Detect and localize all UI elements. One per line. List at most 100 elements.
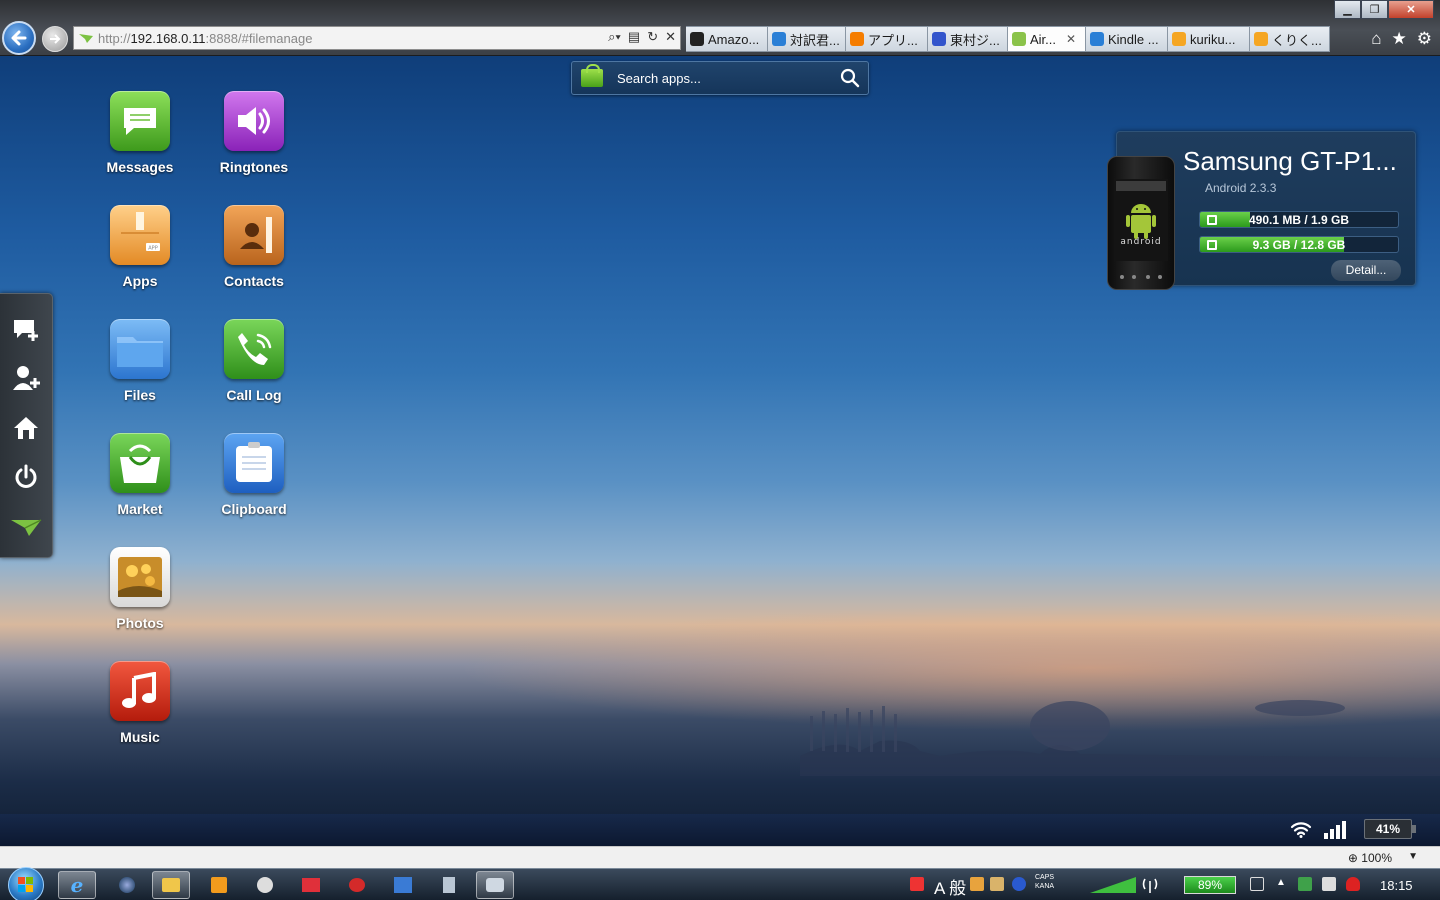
tray-network-icon[interactable] [1298, 877, 1312, 891]
favorites-star-icon[interactable]: ★ [1392, 29, 1407, 49]
android-phone-image: android [1107, 156, 1175, 290]
phone-battery-level: 41% [1364, 819, 1416, 839]
browser-tab[interactable]: Amazo... [686, 26, 768, 52]
app-ringtones[interactable]: Ringtones [204, 91, 304, 175]
settings-gear-icon[interactable]: ⚙ [1417, 29, 1432, 49]
power-icon [15, 464, 37, 488]
stop-icon[interactable]: ✕ [665, 29, 676, 45]
browser-status-bar: ⊕ 100% ▼ [0, 846, 1440, 868]
taskbar-app-1[interactable] [108, 871, 146, 899]
tab-label: Kindle ... [1108, 31, 1159, 47]
app-market[interactable]: Market [90, 433, 190, 517]
browser-tab[interactable]: Kindle ... [1086, 26, 1168, 52]
music-note-icon [110, 661, 170, 721]
zoom-dropdown-icon[interactable]: ▼ [1408, 851, 1418, 862]
close-tab-icon[interactable]: ✕ [1066, 32, 1076, 46]
app-icon [486, 878, 504, 892]
kana-label: KANA [1035, 883, 1055, 890]
app-contacts[interactable]: Contacts [204, 205, 304, 289]
add-contact-button[interactable] [10, 362, 42, 394]
compat-view-icon[interactable]: ▤ [628, 29, 640, 45]
android-version: Android 2.3.3 [1205, 181, 1277, 195]
back-button[interactable] [2, 21, 36, 55]
app-label: Messages [106, 159, 174, 175]
taskbar-app-4[interactable] [246, 871, 284, 899]
app-photos[interactable]: Photos [90, 547, 190, 631]
quick-actions-dock [0, 293, 53, 558]
tray-ime-dict-icon[interactable] [990, 877, 1004, 891]
taskbar-explorer[interactable] [152, 871, 190, 899]
home-icon[interactable]: ⌂ [1371, 29, 1381, 49]
tab-label: くりく... [1272, 32, 1322, 48]
airdroid-logo-button[interactable] [10, 512, 42, 544]
taskbar-app-5[interactable] [292, 871, 330, 899]
pc-battery-indicator[interactable]: 89% [1184, 876, 1236, 894]
new-message-button[interactable] [10, 314, 42, 346]
close-window-button[interactable]: ✕ [1388, 0, 1434, 19]
start-button[interactable] [8, 867, 44, 900]
media-player-icon [211, 877, 227, 893]
market-bag-icon [581, 64, 603, 87]
app-icon [394, 877, 412, 893]
refresh-icon[interactable]: ↻ [647, 29, 658, 45]
ie-page-icon [1090, 32, 1104, 46]
taskbar-clock[interactable]: 18:15 [1380, 878, 1413, 893]
app-messages[interactable]: Messages [90, 91, 190, 175]
tab-label: Amazo... [708, 31, 760, 47]
app-label: Music [120, 729, 160, 745]
show-hidden-icons-icon[interactable]: ▲ [1276, 877, 1286, 888]
taskbar-calculator[interactable] [430, 871, 468, 899]
window-controls: ▁ ❐ ✕ [1334, 0, 1434, 19]
airdroid-favicon-icon [79, 34, 93, 43]
taskbar-media-player[interactable] [200, 871, 238, 899]
clipboard-icon [224, 433, 284, 493]
calculator-icon [443, 877, 455, 893]
power-plug-icon[interactable] [1250, 877, 1264, 891]
home-button[interactable] [10, 412, 42, 444]
phone-handset-icon [224, 319, 284, 379]
blogger-icon [850, 32, 864, 46]
app-clipboard[interactable]: Clipboard [204, 433, 304, 517]
minimize-button[interactable]: ▁ [1334, 0, 1361, 19]
power-button[interactable] [10, 461, 42, 493]
browser-tab[interactable]: 東村ジ... [928, 26, 1008, 52]
detail-button[interactable]: Detail... [1331, 260, 1401, 281]
browser-tab[interactable]: くりく... [1250, 26, 1330, 52]
shield-icon[interactable] [1346, 877, 1360, 891]
app-call-log[interactable]: Call Log [204, 319, 304, 403]
search-dropdown-icon[interactable]: ⌕▾ [608, 29, 621, 45]
search-icon[interactable] [840, 68, 860, 88]
forward-button[interactable] [42, 26, 68, 52]
sd-storage-bar: 9.3 GB / 12.8 GB [1199, 236, 1399, 253]
network-meter-icon [1090, 877, 1136, 893]
search-input[interactable]: Search apps... [617, 71, 840, 86]
tray-security-icon[interactable] [910, 877, 924, 891]
zoom-level[interactable]: ⊕ 100% [1348, 851, 1392, 865]
action-center-flag-icon[interactable] [1322, 877, 1336, 891]
browser-tab[interactable]: Air... ✕ [1008, 26, 1086, 52]
browser-tab[interactable]: アプリ... [846, 26, 928, 52]
browser-tab[interactable]: kuriku... [1168, 26, 1250, 52]
internal-storage-label: 490.1 MB / 1.9 GB [1248, 213, 1350, 227]
app-label: Ringtones [219, 159, 289, 175]
windows-taskbar: e A 般 CAPS KANA 89% ▲ 18:15 [0, 867, 1440, 900]
ime-mode[interactable]: A 般 [934, 874, 966, 899]
app-search-box[interactable]: Search apps... [571, 61, 869, 95]
app-apps[interactable]: APP Apps [90, 205, 190, 289]
browser-tab[interactable]: 対訳君... [768, 26, 846, 52]
url-host: 192.168.0.11 [130, 30, 206, 46]
restore-button[interactable]: ❐ [1361, 0, 1388, 19]
taskbar-app-6[interactable] [338, 871, 376, 899]
app-files[interactable]: Files [90, 319, 190, 403]
address-bar[interactable]: http://192.168.0.11:8888/#filemanage ⌕▾ … [73, 26, 681, 50]
wifi-icon [1290, 822, 1312, 838]
amazon-icon [690, 32, 704, 46]
taskbar-app-7[interactable] [384, 871, 422, 899]
ie-page-icon [772, 32, 786, 46]
app-music[interactable]: Music [90, 661, 190, 745]
help-icon[interactable] [1012, 877, 1026, 891]
taskbar-ie[interactable]: e [58, 871, 96, 899]
tray-ime-tool-icon[interactable] [970, 877, 984, 891]
tab-label: 東村ジ... [950, 32, 1000, 48]
taskbar-app-9[interactable] [476, 871, 514, 899]
